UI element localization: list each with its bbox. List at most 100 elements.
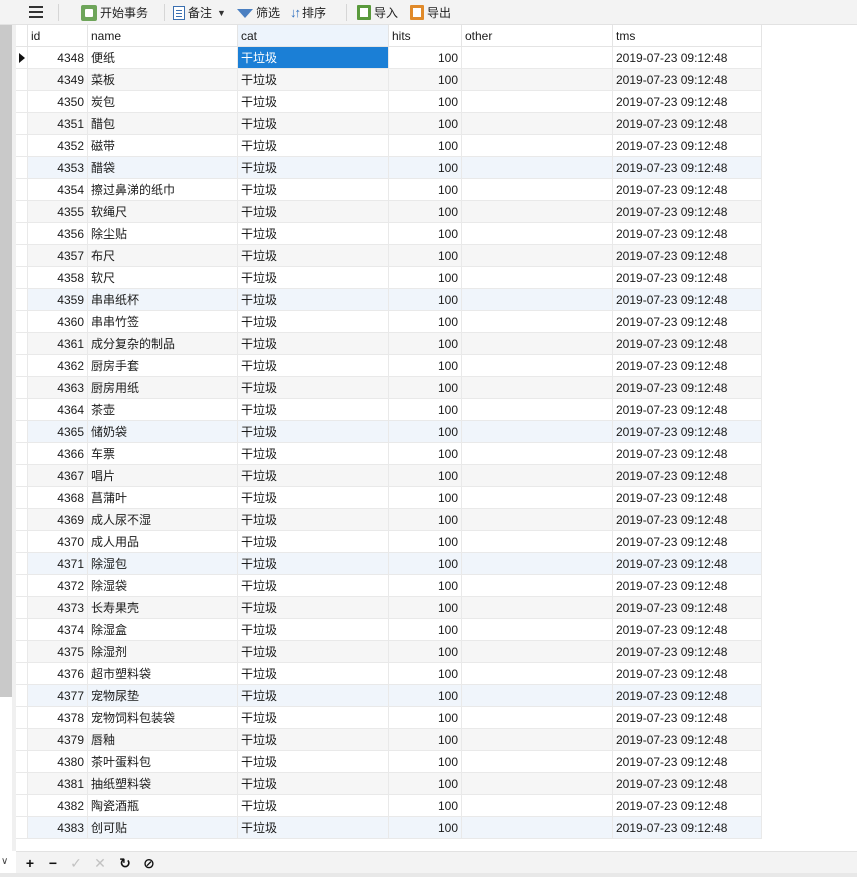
cell-name[interactable]: 醋包 — [88, 113, 238, 135]
cell-tms[interactable]: 2019-07-23 09:12:48 — [613, 69, 762, 91]
table-row[interactable]: 4360 串串竹签 干垃圾 100 2019-07-23 09:12:48 — [16, 311, 762, 333]
cell-cat[interactable]: 干垃圾 — [238, 69, 389, 91]
row-selector[interactable] — [16, 597, 28, 619]
cell-id[interactable]: 4373 — [28, 597, 88, 619]
cell-id[interactable]: 4372 — [28, 575, 88, 597]
cell-id[interactable]: 4361 — [28, 333, 88, 355]
cell-cat[interactable]: 干垃圾 — [238, 751, 389, 773]
cell-id[interactable]: 4381 — [28, 773, 88, 795]
cell-cat[interactable]: 干垃圾 — [238, 245, 389, 267]
cell-cat[interactable]: 干垃圾 — [238, 729, 389, 751]
cell-tms[interactable]: 2019-07-23 09:12:48 — [613, 575, 762, 597]
table-row[interactable]: 4355 软绳尺 干垃圾 100 2019-07-23 09:12:48 — [16, 201, 762, 223]
cell-other[interactable] — [462, 91, 613, 113]
row-selector[interactable] — [16, 773, 28, 795]
hamburger-icon[interactable] — [26, 3, 46, 21]
cell-id[interactable]: 4351 — [28, 113, 88, 135]
cell-id[interactable]: 4378 — [28, 707, 88, 729]
cell-other[interactable] — [462, 311, 613, 333]
cell-cat[interactable]: 干垃圾 — [238, 135, 389, 157]
begin-transaction-button[interactable]: 开始事务 — [81, 2, 148, 23]
table-row[interactable]: 4358 软尺 干垃圾 100 2019-07-23 09:12:48 — [16, 267, 762, 289]
table-row[interactable]: 4370 成人用品 干垃圾 100 2019-07-23 09:12:48 — [16, 531, 762, 553]
cell-hits[interactable]: 100 — [389, 289, 462, 311]
cell-id[interactable]: 4357 — [28, 245, 88, 267]
table-row[interactable]: 4374 除湿盒 干垃圾 100 2019-07-23 09:12:48 — [16, 619, 762, 641]
current-row-indicator[interactable] — [16, 47, 28, 69]
cell-tms[interactable]: 2019-07-23 09:12:48 — [613, 795, 762, 817]
cell-cat[interactable]: 干垃圾 — [238, 421, 389, 443]
cell-name[interactable]: 便纸 — [88, 47, 238, 69]
cell-cat[interactable]: 干垃圾 — [238, 399, 389, 421]
cell-hits[interactable]: 100 — [389, 179, 462, 201]
cell-id[interactable]: 4353 — [28, 157, 88, 179]
cell-cat[interactable]: 干垃圾 — [238, 817, 389, 839]
cell-tms[interactable]: 2019-07-23 09:12:48 — [613, 553, 762, 575]
cell-name[interactable]: 厨房用纸 — [88, 377, 238, 399]
cell-cat[interactable]: 干垃圾 — [238, 157, 389, 179]
cell-other[interactable] — [462, 333, 613, 355]
cell-other[interactable] — [462, 509, 613, 531]
cell-cat[interactable]: 干垃圾 — [238, 223, 389, 245]
cell-hits[interactable]: 100 — [389, 773, 462, 795]
cell-cat[interactable]: 干垃圾 — [238, 795, 389, 817]
cell-tms[interactable]: 2019-07-23 09:12:48 — [613, 487, 762, 509]
delete-record-button[interactable]: − — [44, 854, 62, 872]
cell-other[interactable] — [462, 443, 613, 465]
cell-tms[interactable]: 2019-07-23 09:12:48 — [613, 289, 762, 311]
cell-name[interactable]: 成人尿不湿 — [88, 509, 238, 531]
cell-id[interactable]: 4375 — [28, 641, 88, 663]
refresh-button[interactable]: ↻ — [116, 854, 134, 872]
cell-other[interactable] — [462, 399, 613, 421]
cell-name[interactable]: 软尺 — [88, 267, 238, 289]
row-selector[interactable] — [16, 641, 28, 663]
table-row[interactable]: 4361 成分复杂的制品 干垃圾 100 2019-07-23 09:12:48 — [16, 333, 762, 355]
cell-id[interactable]: 4370 — [28, 531, 88, 553]
cell-name[interactable]: 长寿果壳 — [88, 597, 238, 619]
table-row[interactable]: 4381 抽纸塑料袋 干垃圾 100 2019-07-23 09:12:48 — [16, 773, 762, 795]
row-selector[interactable] — [16, 795, 28, 817]
cell-hits[interactable]: 100 — [389, 245, 462, 267]
cell-other[interactable] — [462, 619, 613, 641]
row-selector[interactable] — [16, 223, 28, 245]
cell-tms[interactable]: 2019-07-23 09:12:48 — [613, 509, 762, 531]
cell-other[interactable] — [462, 553, 613, 575]
cell-id[interactable]: 4369 — [28, 509, 88, 531]
table-row[interactable]: 4369 成人尿不湿 干垃圾 100 2019-07-23 09:12:48 — [16, 509, 762, 531]
cell-cat[interactable]: 干垃圾 — [238, 289, 389, 311]
cell-hits[interactable]: 100 — [389, 421, 462, 443]
row-selector[interactable] — [16, 685, 28, 707]
cell-other[interactable] — [462, 355, 613, 377]
note-button[interactable]: 备注 ▼ — [173, 2, 226, 23]
cell-other[interactable] — [462, 113, 613, 135]
row-selector[interactable] — [16, 289, 28, 311]
cell-tms[interactable]: 2019-07-23 09:12:48 — [613, 619, 762, 641]
cell-hits[interactable]: 100 — [389, 333, 462, 355]
cell-tms[interactable]: 2019-07-23 09:12:48 — [613, 245, 762, 267]
cell-other[interactable] — [462, 223, 613, 245]
cell-tms[interactable]: 2019-07-23 09:12:48 — [613, 663, 762, 685]
cell-hits[interactable]: 100 — [389, 641, 462, 663]
cell-tms[interactable]: 2019-07-23 09:12:48 — [613, 729, 762, 751]
cell-name[interactable]: 陶瓷酒瓶 — [88, 795, 238, 817]
cell-hits[interactable]: 100 — [389, 135, 462, 157]
table-row[interactable]: 4366 车票 干垃圾 100 2019-07-23 09:12:48 — [16, 443, 762, 465]
row-selector[interactable] — [16, 91, 28, 113]
cell-tms[interactable]: 2019-07-23 09:12:48 — [613, 157, 762, 179]
cell-name[interactable]: 炭包 — [88, 91, 238, 113]
column-header-tms[interactable]: tms — [613, 25, 762, 47]
cell-cat[interactable]: 干垃圾 — [238, 487, 389, 509]
cell-hits[interactable]: 100 — [389, 509, 462, 531]
cell-hits[interactable]: 100 — [389, 223, 462, 245]
cell-hits[interactable]: 100 — [389, 751, 462, 773]
cell-other[interactable] — [462, 795, 613, 817]
table-row[interactable]: 4372 除湿袋 干垃圾 100 2019-07-23 09:12:48 — [16, 575, 762, 597]
cell-other[interactable] — [462, 245, 613, 267]
cell-other[interactable] — [462, 707, 613, 729]
cell-hits[interactable]: 100 — [389, 157, 462, 179]
cell-cat[interactable]: 干垃圾 — [238, 685, 389, 707]
cell-other[interactable] — [462, 685, 613, 707]
row-selector[interactable] — [16, 377, 28, 399]
cell-other[interactable] — [462, 289, 613, 311]
table-row[interactable]: 4362 厨房手套 干垃圾 100 2019-07-23 09:12:48 — [16, 355, 762, 377]
